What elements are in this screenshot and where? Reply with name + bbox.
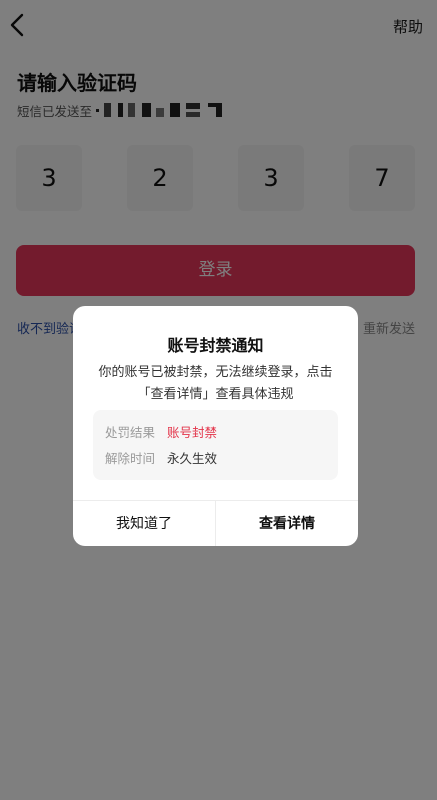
penalty-result-row: 处罚结果 账号封禁 — [105, 423, 217, 443]
release-time-row: 解除时间 永久生效 — [105, 449, 217, 469]
dialog-title: 账号封禁通知 — [167, 336, 264, 355]
penalty-result-label: 处罚结果 — [105, 425, 156, 440]
penalty-result-value: 账号封禁 — [167, 425, 218, 440]
release-time-label: 解除时间 — [105, 451, 156, 466]
penalty-info-box: 处罚结果 账号封禁 解除时间 永久生效 — [93, 410, 338, 480]
dialog-message: 你的账号已被封禁，无法继续登录，点击「查看详情」查看具体违规 — [98, 365, 333, 402]
release-time-value: 永久生效 — [167, 451, 218, 466]
view-details-button[interactable]: 查看详情 — [216, 501, 358, 546]
verification-screen: 帮助 请输入验证码 短信已发送至 3 2 3 7 登录 收不到验证 重新发送 账… — [0, 0, 437, 800]
ban-notice-dialog: 账号封禁通知 你的账号已被封禁，无法继续登录，点击「查看详情」查看具体违规 处罚… — [73, 306, 358, 546]
dialog-actions: 我知道了 查看详情 — [73, 500, 358, 546]
dismiss-button[interactable]: 我知道了 — [73, 501, 215, 546]
